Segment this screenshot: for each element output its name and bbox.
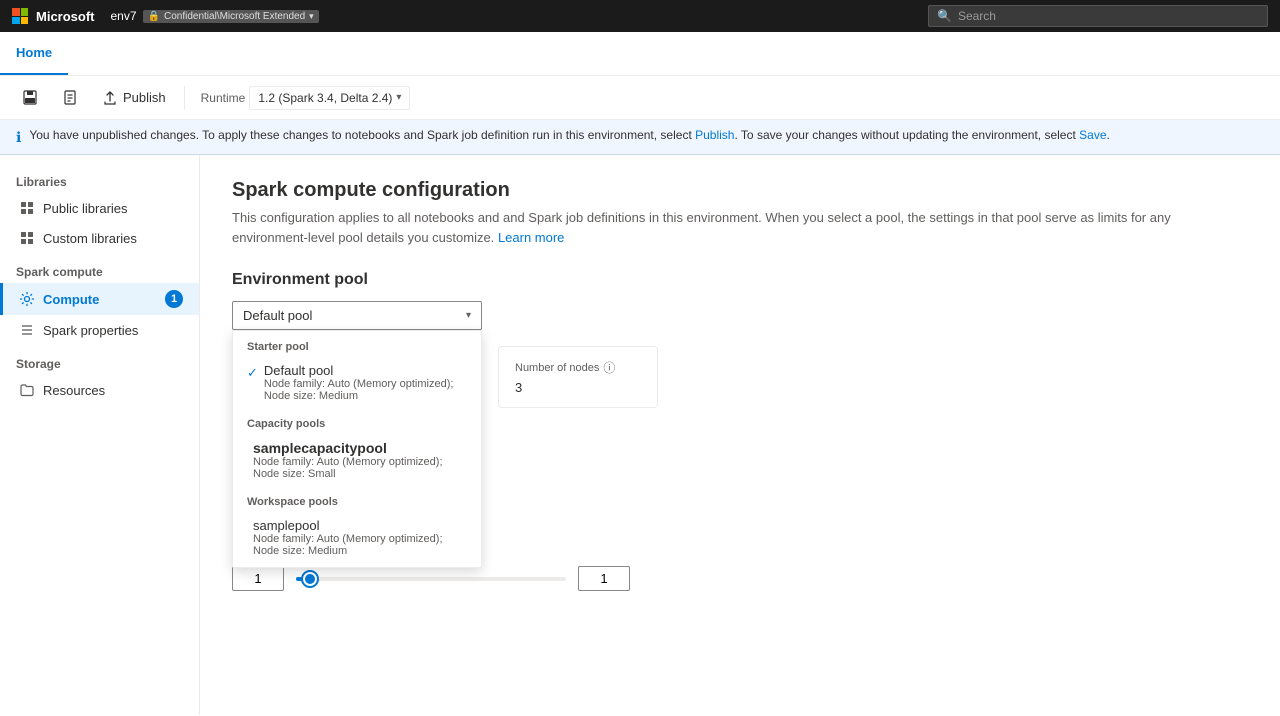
sidebar-section-spark: Spark compute Compute 1 bbox=[0, 257, 199, 345]
executor-instances-min-input[interactable] bbox=[232, 566, 284, 591]
sidebar-item-custom-libraries-label: Custom libraries bbox=[43, 231, 137, 246]
page-title: Spark compute configuration bbox=[232, 179, 1248, 202]
page-description: This configuration applies to all notebo… bbox=[232, 208, 1248, 247]
node-count-value: 3 bbox=[515, 380, 641, 395]
sidebar-item-compute[interactable]: Compute 1 bbox=[0, 283, 199, 315]
executor-slider-thumb[interactable] bbox=[303, 572, 317, 586]
grid2-icon bbox=[19, 230, 35, 246]
dropdown-selected-value: Default pool bbox=[243, 308, 312, 323]
search-input[interactable] bbox=[958, 9, 1259, 23]
samplepool-option[interactable]: samplepool Node family: Auto (Memory opt… bbox=[233, 512, 481, 567]
sidebar-item-resources[interactable]: Resources bbox=[0, 375, 199, 405]
banner-save-link[interactable]: Save bbox=[1079, 128, 1106, 142]
sidebar-item-spark-properties[interactable]: Spark properties bbox=[0, 315, 199, 345]
publish-label: Publish bbox=[123, 90, 166, 105]
sidebar: Libraries Public libraries bbox=[0, 155, 200, 715]
sidebar-item-compute-label: Compute bbox=[43, 292, 99, 307]
chevron-down-icon: ▾ bbox=[396, 92, 401, 103]
banner-publish-link[interactable]: Publish bbox=[695, 128, 734, 142]
sidebar-section-storage: Storage Resources bbox=[0, 349, 199, 405]
node-count-info-card: Number of nodes ⓘ 3 bbox=[498, 346, 658, 408]
sidebar-section-storage-label: Storage bbox=[0, 349, 199, 375]
checkmark-icon: ✓ bbox=[247, 365, 258, 381]
tab-home[interactable]: Home bbox=[0, 32, 68, 75]
sidebar-section-libraries-label: Libraries bbox=[0, 167, 199, 193]
executor-instances-max-input[interactable] bbox=[578, 566, 630, 591]
chevron-down-icon: ▾ bbox=[466, 310, 471, 321]
chevron-down-icon: ▾ bbox=[309, 11, 314, 22]
environment-pool-dropdown-container: Default pool ▾ Starter pool ✓ Default po… bbox=[232, 301, 482, 330]
env-name: env7 bbox=[111, 9, 137, 23]
search-icon: 🔍 bbox=[937, 9, 952, 23]
executor-instances-slider-row bbox=[232, 566, 1248, 591]
nav-bar: Home bbox=[0, 32, 1280, 76]
grid-icon bbox=[19, 200, 35, 216]
save-button[interactable] bbox=[12, 85, 48, 111]
ms-logo-text: Microsoft bbox=[36, 9, 95, 24]
environment-pool-section-title: Environment pool bbox=[232, 271, 1248, 289]
default-pool-name: Default pool bbox=[264, 363, 467, 378]
runtime-label: Runtime bbox=[201, 91, 246, 105]
publish-button[interactable]: Publish bbox=[92, 85, 176, 111]
info-banner: ℹ You have unpublished changes. To apply… bbox=[0, 120, 1280, 155]
list-icon bbox=[19, 322, 35, 338]
environment-pool-dropdown[interactable]: Default pool ▾ bbox=[232, 301, 482, 330]
sidebar-item-custom-libraries[interactable]: Custom libraries bbox=[0, 223, 199, 253]
lock-icon: 🔒 bbox=[148, 11, 160, 22]
compute-badge: 1 bbox=[165, 290, 183, 308]
samplecapacitypool-name: samplecapacitypool bbox=[253, 440, 467, 456]
samplepool-name: samplepool bbox=[253, 518, 467, 533]
runtime-value: 1.2 (Spark 3.4, Delta 2.4) bbox=[258, 91, 392, 105]
gear-icon bbox=[19, 291, 35, 307]
learn-more-link[interactable]: Learn more bbox=[498, 230, 564, 245]
toolbar: Publish Runtime 1.2 (Spark 3.4, Delta 2.… bbox=[0, 76, 1280, 120]
publish-icon bbox=[102, 90, 118, 106]
samplecapacitypool-desc: Node family: Auto (Memory optimized); No… bbox=[253, 456, 467, 480]
sidebar-section-libraries: Libraries Public libraries bbox=[0, 167, 199, 253]
info-circle-icon: ⓘ bbox=[603, 359, 615, 376]
starter-pool-group-label: Starter pool bbox=[233, 331, 481, 357]
new-button[interactable] bbox=[52, 85, 88, 111]
confidential-badge: 🔒 Confidential\Microsoft Extended ▾ bbox=[143, 10, 319, 23]
samplecapacitypool-option[interactable]: samplecapacitypool Node family: Auto (Me… bbox=[233, 434, 481, 486]
tab-home-label: Home bbox=[16, 45, 52, 60]
default-pool-desc: Node family: Auto (Memory optimized); No… bbox=[264, 378, 467, 402]
capacity-pool-group-label: Capacity pools bbox=[233, 408, 481, 434]
main-layout: Libraries Public libraries bbox=[0, 155, 1280, 715]
folder-icon bbox=[19, 382, 35, 398]
sidebar-item-spark-properties-label: Spark properties bbox=[43, 323, 138, 338]
top-bar: Microsoft env7 🔒 Confidential\Microsoft … bbox=[0, 0, 1280, 32]
sidebar-item-resources-label: Resources bbox=[43, 383, 105, 398]
info-icon: ℹ bbox=[16, 129, 21, 146]
ms-logo-icon bbox=[12, 8, 28, 24]
sidebar-item-public-libraries-label: Public libraries bbox=[43, 201, 128, 216]
main-content: Spark compute configuration This configu… bbox=[200, 155, 1280, 715]
sidebar-item-public-libraries[interactable]: Public libraries bbox=[0, 193, 199, 223]
new-icon bbox=[62, 90, 78, 106]
pool-dropdown-menu: Starter pool ✓ Default pool Node family:… bbox=[232, 330, 482, 568]
default-pool-option[interactable]: ✓ Default pool Node family: Auto (Memory… bbox=[233, 357, 481, 408]
save-icon bbox=[22, 90, 38, 106]
workspace-pool-group-label: Workspace pools bbox=[233, 486, 481, 512]
banner-text: You have unpublished changes. To apply t… bbox=[29, 128, 1110, 142]
executor-slider-track bbox=[296, 577, 566, 581]
badge-label: Confidential\Microsoft Extended bbox=[164, 11, 305, 22]
logo-area: Microsoft bbox=[12, 8, 95, 24]
sidebar-section-spark-label: Spark compute bbox=[0, 257, 199, 283]
node-count-label: Number of nodes bbox=[515, 362, 599, 374]
runtime-dropdown[interactable]: 1.2 (Spark 3.4, Delta 2.4) ▾ bbox=[249, 86, 410, 110]
toolbar-divider bbox=[184, 86, 185, 110]
samplepool-desc: Node family: Auto (Memory optimized); No… bbox=[253, 533, 467, 557]
env-area: env7 🔒 Confidential\Microsoft Extended ▾ bbox=[111, 9, 319, 23]
search-box[interactable]: 🔍 bbox=[928, 5, 1268, 27]
